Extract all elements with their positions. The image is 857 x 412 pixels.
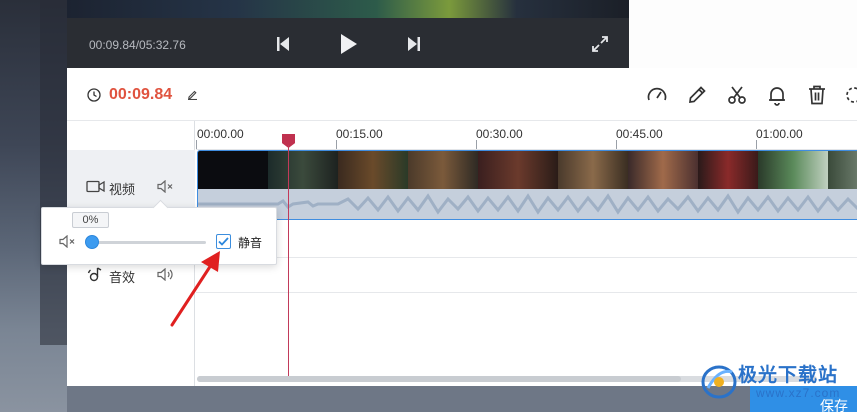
fullscreen-button[interactable]: [585, 30, 615, 58]
speed-button[interactable]: [645, 83, 669, 107]
clip-thumbnail: [408, 151, 478, 189]
fullscreen-icon: [591, 35, 609, 53]
track-divider: [196, 257, 857, 258]
ruler-label: 00:45.00: [616, 127, 663, 141]
music-note-icon: [87, 267, 103, 282]
volume-slider-knob[interactable]: [85, 235, 99, 249]
video-track-label: 视频: [109, 182, 136, 197]
track-divider: [196, 292, 857, 293]
clip-thumbnail: [338, 151, 408, 189]
clip-thumbnail: [758, 151, 828, 189]
watermark-logo: [701, 365, 737, 399]
next-frame-icon: [407, 36, 421, 52]
clip-thumbnail: [628, 151, 698, 189]
clip-thumbnail: [268, 151, 338, 189]
ruler-label: 00:15.00: [336, 127, 383, 141]
ruler-label: 01:00.00: [756, 127, 803, 141]
clip-thumbnail: [698, 151, 758, 189]
background-image: [0, 0, 67, 412]
play-icon: [340, 33, 358, 55]
toolbar: 00:09.84: [67, 68, 857, 121]
volume-slider[interactable]: [92, 241, 206, 244]
trash-icon: [806, 84, 828, 106]
mute-icon: [59, 235, 77, 248]
clock-icon: [87, 88, 101, 102]
watermark: 极光下载站 www.xz7.com: [696, 356, 857, 408]
ruler-tick: [196, 140, 197, 149]
preview-frame: [67, 0, 629, 18]
ruler-label: 00:00.00: [197, 127, 244, 141]
next-frame-button[interactable]: [399, 30, 429, 58]
volume-percent-tooltip: 0%: [72, 212, 109, 228]
ruler-tick: [616, 140, 617, 149]
pencil-icon: [686, 84, 708, 106]
sound-track-label: 音效: [109, 270, 136, 285]
edit-button[interactable]: [685, 83, 709, 107]
watermark-title: 极光下载站: [738, 365, 839, 386]
scrollbar-thumb[interactable]: [197, 376, 681, 382]
clip-thumbnail: [558, 151, 628, 189]
delete-button[interactable]: [805, 83, 829, 107]
clip-thumbnail: [198, 151, 268, 189]
watermark-subtitle: www.xz7.com: [756, 386, 841, 400]
scissors-icon: [726, 84, 748, 106]
edit-time-icon[interactable]: [187, 89, 198, 100]
prev-frame-button[interactable]: [268, 30, 298, 58]
current-time: 00:09.84: [109, 86, 173, 103]
clip-thumbnail: [828, 151, 857, 189]
check-icon: [218, 237, 229, 246]
more-tool-button[interactable]: [843, 83, 857, 107]
ruler-tick: [756, 140, 757, 149]
preview-side-area: [629, 0, 857, 68]
volume-popover: 0% 静音: [41, 207, 277, 265]
playback-time: 00:09.84/05:32.76: [89, 38, 186, 52]
prev-frame-icon: [276, 36, 290, 52]
ruler-tick: [336, 140, 337, 149]
ruler-label: 00:30.00: [476, 127, 523, 141]
video-clip[interactable]: [197, 150, 857, 220]
audio-waveform: [198, 189, 857, 219]
ruler-tick: [476, 140, 477, 149]
play-button[interactable]: [334, 30, 364, 58]
muted-speaker-icon[interactable]: [157, 180, 175, 193]
speed-icon: [646, 84, 668, 106]
annotation-arrow: [170, 251, 220, 327]
bell-icon: [766, 84, 788, 106]
timeline-ruler[interactable]: 00:00.00 00:15.00 00:30.00 00:45.00 01:0…: [196, 121, 857, 150]
playhead: [288, 145, 289, 376]
mute-checkbox[interactable]: [216, 234, 231, 249]
split-button[interactable]: [725, 83, 749, 107]
clip-thumbnail: [478, 151, 558, 189]
crop-icon: [843, 84, 857, 106]
video-preview: 00:09.84/05:32.76: [67, 0, 629, 68]
camera-icon: [86, 180, 105, 193]
mute-label: 静音: [238, 236, 263, 250]
alert-button[interactable]: [765, 83, 789, 107]
clip-thumbnails: [198, 151, 857, 189]
